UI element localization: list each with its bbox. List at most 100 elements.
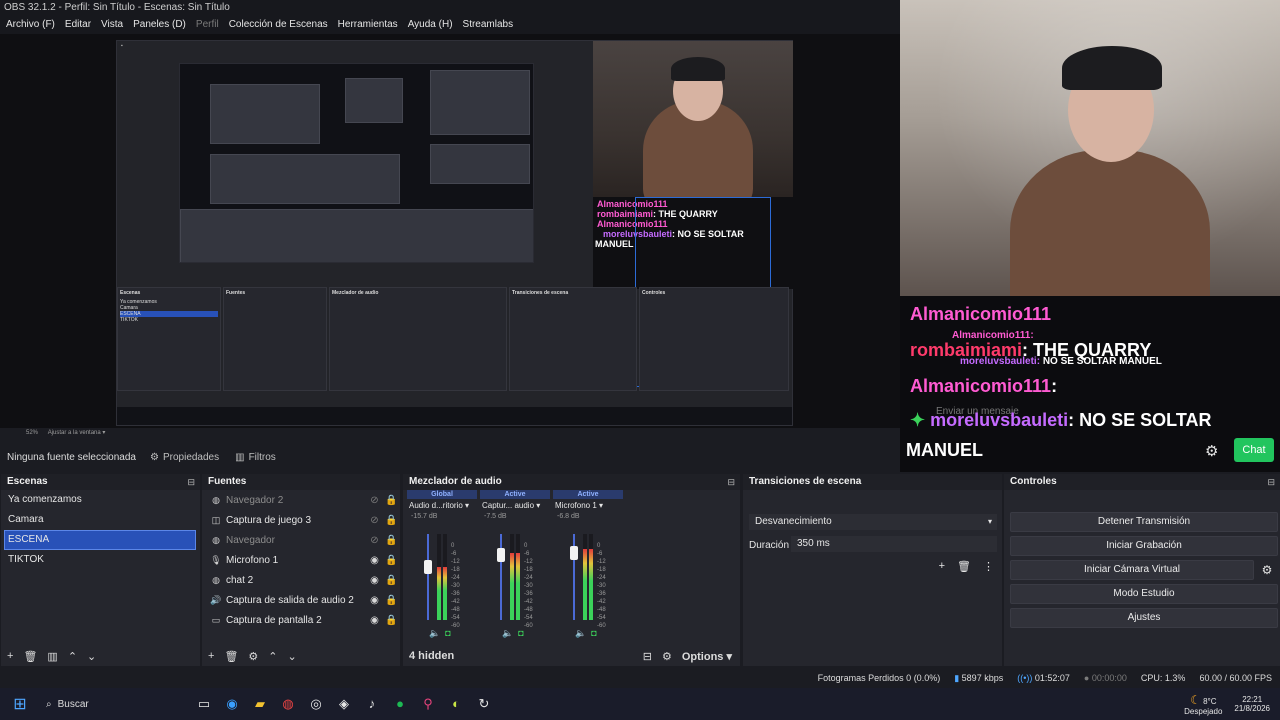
eye-icon[interactable]: ◉ bbox=[366, 595, 383, 606]
menu-perfil[interactable]: Perfil bbox=[196, 16, 219, 34]
app-icon[interactable]: ◐ bbox=[442, 690, 470, 718]
edge-icon[interactable]: ◉ bbox=[218, 690, 246, 718]
menu-streamlabs[interactable]: Streamlabs bbox=[463, 16, 514, 34]
scene-item[interactable]: Ya comenzamos bbox=[1, 490, 200, 510]
spotify-icon[interactable]: ● bbox=[386, 690, 414, 718]
move-down-icon[interactable]: ⌄ bbox=[87, 650, 96, 663]
move-up-icon[interactable]: ⌃ bbox=[68, 650, 77, 663]
obs-icon[interactable]: ◎ bbox=[302, 690, 330, 718]
menu-herramientas[interactable]: Herramientas bbox=[338, 16, 398, 34]
options-button[interactable]: Options ▾ bbox=[682, 650, 732, 663]
eye-icon[interactable]: ◉ bbox=[366, 555, 383, 566]
folder-icon[interactable]: ▰ bbox=[246, 690, 274, 718]
filter-icon[interactable]: ▥ bbox=[47, 650, 57, 663]
volume-slider-knob[interactable] bbox=[497, 547, 505, 562]
windows-start-icon[interactable]: ⊞ bbox=[0, 694, 40, 714]
lock-icon[interactable]: 🔒 bbox=[383, 535, 400, 546]
menu-archivo[interactable]: Archivo (F) bbox=[6, 16, 55, 34]
scene-item[interactable]: TIKTOK bbox=[1, 550, 200, 570]
settings-button[interactable]: Ajustes bbox=[1010, 608, 1278, 628]
steam-icon[interactable]: ◈ bbox=[330, 690, 358, 718]
layout-icon[interactable]: ⊟ bbox=[643, 650, 652, 663]
studio-mode-button[interactable]: Modo Estudio bbox=[1010, 584, 1278, 604]
scene-item[interactable]: Camara bbox=[1, 510, 200, 530]
source-item[interactable]: ◍ Navegador 2 ⊘ 🔒 bbox=[202, 490, 400, 510]
chrome-icon[interactable]: ◍ bbox=[274, 690, 302, 718]
gear-icon[interactable]: ⚙ bbox=[1258, 560, 1276, 580]
lock-icon[interactable]: 🔒 bbox=[383, 575, 400, 586]
headphones-icon[interactable]: ◘ bbox=[445, 628, 450, 639]
speaker-icon[interactable]: 🔈 bbox=[429, 628, 440, 639]
scene-item[interactable]: ESCENA bbox=[4, 530, 196, 550]
lock-icon[interactable]: 🔒 bbox=[383, 495, 400, 506]
maps-icon[interactable]: ⚲ bbox=[414, 690, 442, 718]
float-dock-icon[interactable]: ⊟ bbox=[727, 474, 735, 490]
lock-icon[interactable]: 🔒 bbox=[383, 555, 400, 566]
trash-icon[interactable]: 🗑 bbox=[957, 560, 971, 573]
chat-settings-icon[interactable]: ⚙ bbox=[1205, 442, 1218, 460]
transition-select[interactable]: Desvanecimiento ▾ bbox=[749, 514, 997, 530]
volume-slider[interactable] bbox=[427, 534, 429, 620]
source-item[interactable]: ◍ chat 2 ◉ 🔒 bbox=[202, 570, 400, 590]
nested-obs-capture: ▪ Almanicomio111 rombaimiami: THE QUARRY… bbox=[116, 40, 793, 426]
trash-icon[interactable]: 🗑 bbox=[224, 650, 238, 663]
volume-slider-knob[interactable] bbox=[424, 559, 432, 574]
menu-paneles[interactable]: Paneles (D) bbox=[133, 16, 186, 34]
start-virtual-camera-button[interactable]: Iniciar Cámara Virtual bbox=[1010, 560, 1254, 580]
eye-off-icon[interactable]: ⊘ bbox=[366, 535, 383, 546]
move-up-icon[interactable]: ⌃ bbox=[268, 650, 277, 663]
menu-ayuda[interactable]: Ayuda (H) bbox=[408, 16, 453, 34]
fit-to-window[interactable]: Ajustar a la ventana bbox=[48, 430, 101, 436]
level-meter bbox=[443, 534, 447, 620]
source-item[interactable]: 🔊 Captura de salida de audio 2 ◉ 🔒 bbox=[202, 590, 400, 610]
eye-off-icon[interactable]: ⊘ bbox=[366, 495, 383, 506]
more-icon[interactable]: ⋮ bbox=[983, 560, 994, 573]
channel-name[interactable]: Microfono 1 ▾ bbox=[553, 499, 623, 513]
add-icon[interactable]: + bbox=[939, 560, 945, 573]
eye-icon[interactable]: ◉ bbox=[366, 575, 383, 586]
add-icon[interactable]: + bbox=[208, 650, 214, 662]
lock-icon[interactable]: 🔒 bbox=[383, 515, 400, 526]
hidden-count[interactable]: 4 hidden bbox=[409, 650, 454, 662]
stop-streaming-button[interactable]: Detener Transmisión bbox=[1010, 512, 1278, 532]
channel-name[interactable]: Captur... audio ▾ bbox=[480, 499, 550, 513]
source-item[interactable]: ◍ Navegador ⊘ 🔒 bbox=[202, 530, 400, 550]
gear-icon[interactable]: ⚙ bbox=[248, 650, 258, 663]
filters-button[interactable]: ▥ Filtros bbox=[227, 449, 284, 466]
advanced-audio-icon[interactable]: ⚙ bbox=[662, 650, 672, 663]
properties-button[interactable]: ⚙ Propiedades bbox=[142, 449, 227, 466]
menu-editar[interactable]: Editar bbox=[65, 16, 91, 34]
source-item[interactable]: ▭ Captura de pantalla 2 ◉ 🔒 bbox=[202, 610, 400, 630]
volume-slider-knob[interactable] bbox=[570, 545, 578, 560]
zoom-level[interactable]: 52% bbox=[26, 430, 38, 436]
add-icon[interactable]: + bbox=[7, 650, 13, 662]
start-recording-button[interactable]: Iniciar Grabación bbox=[1010, 536, 1278, 556]
volume-slider[interactable] bbox=[500, 534, 502, 620]
refresh-icon[interactable]: ↻ bbox=[470, 690, 498, 718]
duration-input[interactable]: 350 ms bbox=[791, 536, 997, 552]
chat-button[interactable]: Chat bbox=[1234, 438, 1274, 462]
lock-icon[interactable]: 🔒 bbox=[383, 595, 400, 606]
channel-name[interactable]: Audio d...ritorio ▾ bbox=[407, 499, 477, 513]
headphones-icon[interactable]: ◘ bbox=[591, 628, 596, 639]
taskbar-search[interactable]: ⌕ Buscar bbox=[40, 692, 190, 716]
speaker-icon[interactable]: 🔈 bbox=[502, 628, 513, 639]
weather[interactable]: ☾ 8°C Despejado bbox=[1184, 693, 1222, 716]
move-down-icon[interactable]: ⌄ bbox=[288, 650, 297, 663]
eye-off-icon[interactable]: ⊘ bbox=[366, 515, 383, 526]
eye-icon[interactable]: ◉ bbox=[366, 615, 383, 626]
preview-canvas[interactable]: ▪ Almanicomio111 rombaimiami: THE QUARRY… bbox=[0, 34, 900, 428]
speaker-icon[interactable]: 🔈 bbox=[575, 628, 586, 639]
source-item[interactable]: 🎙 Microfono 1 ◉ 🔒 bbox=[202, 550, 400, 570]
trash-icon[interactable]: 🗑 bbox=[23, 650, 37, 663]
window-icon[interactable]: ▭ bbox=[190, 690, 218, 718]
float-dock-icon[interactable]: ⊟ bbox=[187, 474, 195, 490]
tiktok-icon[interactable]: ♪ bbox=[358, 690, 386, 718]
menu-vista[interactable]: Vista bbox=[101, 16, 123, 34]
headphones-icon[interactable]: ◘ bbox=[518, 628, 523, 639]
menu-coleccion-escenas[interactable]: Colección de Escenas bbox=[229, 16, 328, 34]
float-dock-icon[interactable]: ⊟ bbox=[1267, 474, 1275, 490]
lock-icon[interactable]: 🔒 bbox=[383, 615, 400, 626]
clock[interactable]: 22:21 21/8/2026 bbox=[1234, 695, 1270, 713]
source-item[interactable]: ◫ Captura de juego 3 ⊘ 🔒 bbox=[202, 510, 400, 530]
